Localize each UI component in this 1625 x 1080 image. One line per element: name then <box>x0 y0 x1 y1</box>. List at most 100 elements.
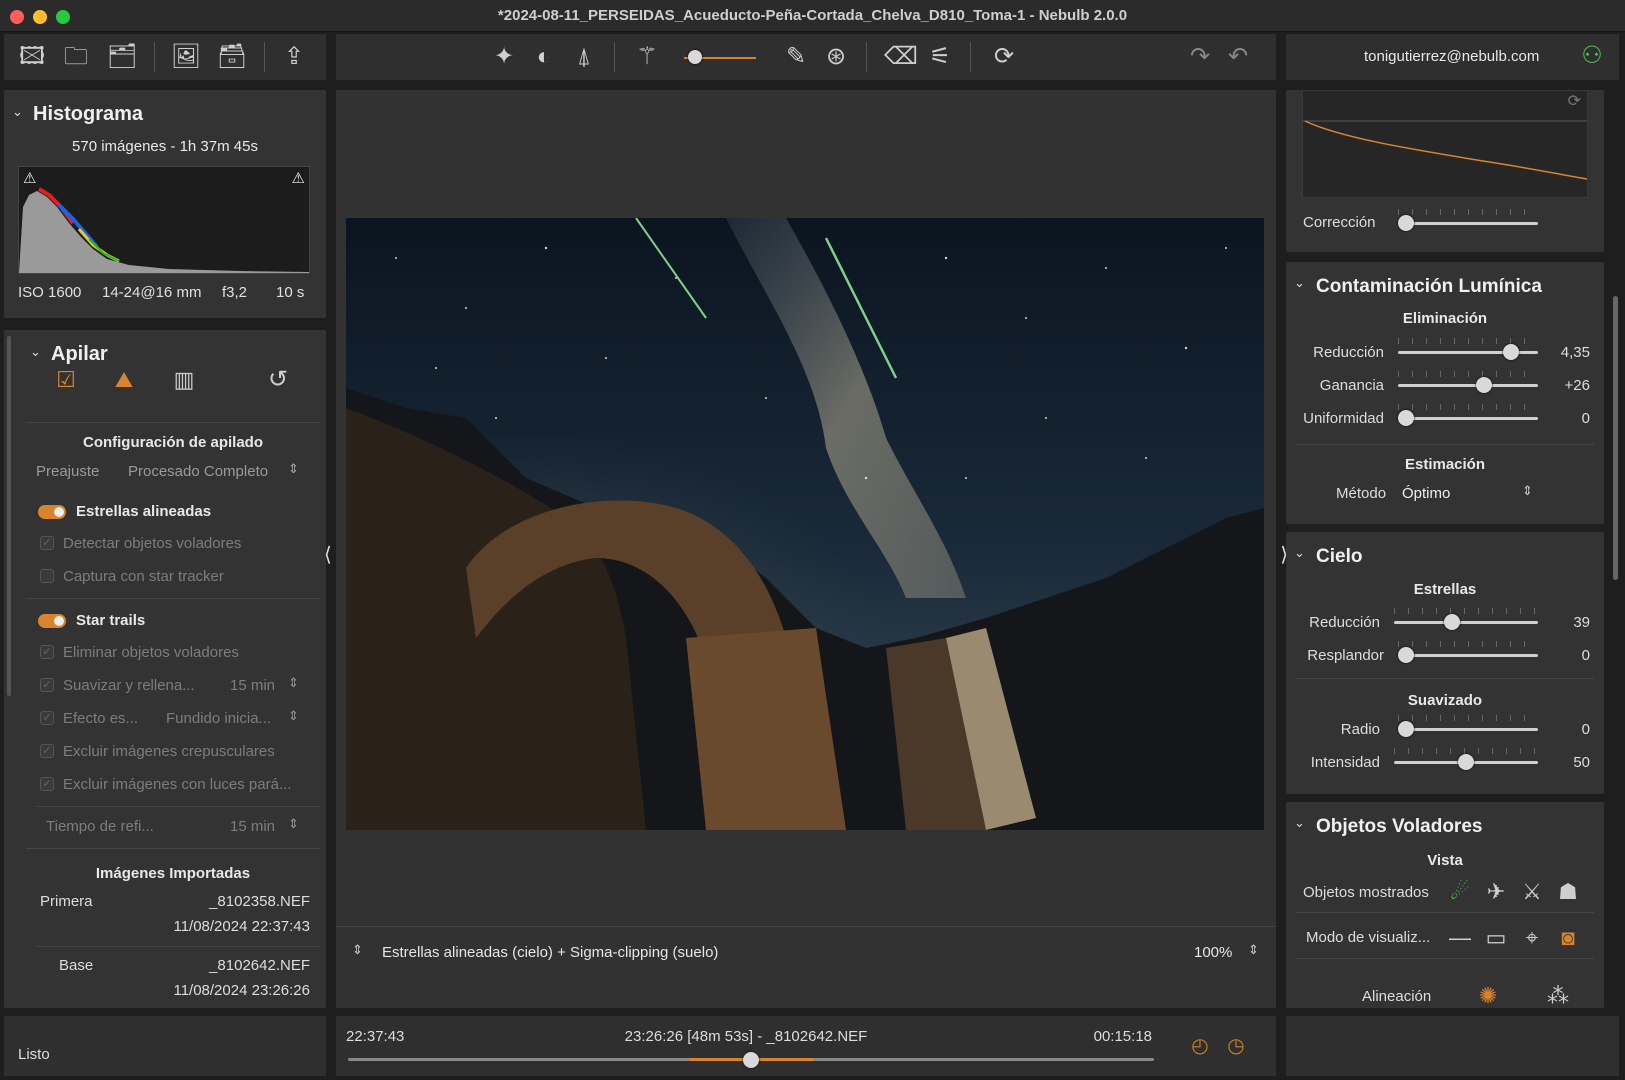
reset-icon[interactable]: ↺ <box>262 366 294 394</box>
glow-value: 0 <box>1581 647 1590 664</box>
updown-icon[interactable]: ⇕ <box>288 675 299 691</box>
box-mode-icon[interactable]: ▭ <box>1480 924 1512 952</box>
chevron-down-icon[interactable]: ⌄ <box>12 104 23 120</box>
star-trails-toggle[interactable] <box>38 614 66 628</box>
zoom-select[interactable]: 100% <box>1194 944 1232 961</box>
brush-size-knob[interactable] <box>688 50 702 64</box>
gain-slider[interactable] <box>1398 384 1538 387</box>
stack-title[interactable]: Apilar <box>51 343 108 366</box>
stacked-image[interactable] <box>346 218 1264 830</box>
collapse-left-icon[interactable]: ⟨ <box>324 542 332 567</box>
image-view-icon[interactable]: 🖼 <box>170 43 202 71</box>
refresh-icon[interactable]: ⟳ <box>988 43 1020 71</box>
refresh-time-select[interactable]: 15 min <box>230 818 275 835</box>
batch-view-icon[interactable]: 🗃 <box>216 43 248 71</box>
ghost-icon[interactable]: ☗ <box>1552 878 1584 906</box>
right-panel-scrollbar[interactable] <box>1613 296 1618 580</box>
undo-icon[interactable]: ↶ <box>1222 43 1254 71</box>
uniformity-knob[interactable] <box>1398 410 1414 426</box>
smooth-fill-checkbox[interactable]: ✓ <box>40 678 54 692</box>
correction-knob[interactable] <box>1398 215 1414 231</box>
stack-columns-icon[interactable]: ▥ <box>168 366 200 394</box>
lp-reduction-knob[interactable] <box>1503 344 1520 360</box>
import-batch-icon[interactable]: 🗂 <box>106 43 138 71</box>
eraser-icon[interactable]: ⌫ <box>884 43 918 71</box>
brush-mask-icon[interactable]: ⊛ <box>820 43 852 71</box>
updown-icon[interactable]: ⇕ <box>288 461 299 477</box>
galaxy-icon[interactable]: ◐ <box>528 43 560 71</box>
chevron-down-icon[interactable]: ⌄ <box>30 344 41 360</box>
ground-icon[interactable]: ⍋ <box>568 43 600 71</box>
chevron-down-icon[interactable]: ⌄ <box>1294 815 1305 831</box>
exclude-lights-checkbox[interactable]: ✓ <box>40 777 54 791</box>
updown-icon[interactable]: ⇕ <box>1522 483 1533 499</box>
updown-icon[interactable]: ⇕ <box>1248 942 1259 958</box>
method-select[interactable]: Óptimo <box>1402 485 1450 502</box>
timeline-bar: 22:37:43 23:26:26 [48m 53s] - _8102642.N… <box>336 1016 1276 1076</box>
stack-selected-icon[interactable]: ☑ <box>50 366 82 394</box>
timeline-end: 00:15:18 <box>1093 1028 1152 1045</box>
glow-knob[interactable] <box>1398 647 1414 663</box>
stack-ground-icon[interactable]: ⛰ <box>108 366 140 394</box>
correction-slider[interactable] <box>1398 222 1538 225</box>
sky-reduction-knob[interactable] <box>1443 614 1460 630</box>
redo-icon[interactable]: ↷ <box>1184 43 1216 71</box>
gain-knob[interactable] <box>1476 377 1493 393</box>
correction-panel: ⟳ Corrección <box>1286 90 1604 252</box>
sky-reduction-slider[interactable] <box>1394 621 1538 624</box>
import-images-icon[interactable]: 🖾 <box>16 43 48 71</box>
smooth-fill-select[interactable]: 15 min <box>230 677 275 694</box>
plane-icon[interactable]: ✈ <box>1480 878 1512 906</box>
gain-value: +26 <box>1564 377 1590 394</box>
star-tracker-checkbox[interactable] <box>40 569 54 583</box>
satellite-icon[interactable]: ⚔ <box>1516 878 1548 906</box>
remove-flying-checkbox[interactable]: ✓ <box>40 645 54 659</box>
first-label: Primera <box>40 893 93 910</box>
history-icon[interactable]: ◷ <box>1220 1032 1252 1060</box>
glow-slider[interactable] <box>1398 654 1538 657</box>
highlight-clipping-warning-icon[interactable]: ⚠ <box>292 169 305 187</box>
meteor-icon[interactable]: ☄ <box>1444 878 1476 906</box>
updown-icon[interactable]: ⇕ <box>352 942 363 958</box>
radius-value: 0 <box>1581 721 1590 738</box>
detect-flying-checkbox[interactable]: ✓ <box>40 536 54 550</box>
clear-brush-icon[interactable]: ⚟ <box>924 43 956 71</box>
export-icon[interactable]: ⇪ <box>278 43 310 71</box>
sky-title[interactable]: Cielo <box>1316 546 1362 568</box>
panel-scrollbar[interactable] <box>7 336 11 696</box>
updown-icon[interactable]: ⇕ <box>288 816 299 832</box>
chevron-down-icon[interactable]: ⌄ <box>1294 545 1305 561</box>
radius-knob[interactable] <box>1398 721 1414 737</box>
updown-icon[interactable]: ⇕ <box>288 708 299 724</box>
shadow-clipping-warning-icon[interactable]: ⚠ <box>23 169 36 187</box>
preset-select[interactable]: Procesado Completo <box>128 463 268 480</box>
radius-slider[interactable] <box>1398 728 1538 731</box>
timeline-knob[interactable] <box>743 1052 759 1068</box>
histogram-chart: ⚠ ⚠ <box>18 166 310 274</box>
stars-title: Estrellas <box>1413 581 1477 598</box>
magic-wand-icon[interactable]: ⚚ <box>631 43 663 71</box>
brush-icon[interactable]: ✎ <box>780 43 812 71</box>
light-pollution-title[interactable]: Contaminación Lumínica <box>1316 276 1542 298</box>
target-mode-icon[interactable]: ⌖ <box>1516 924 1548 952</box>
uniformity-slider[interactable] <box>1398 417 1538 420</box>
intensity-knob[interactable] <box>1458 754 1474 770</box>
exclude-twilight-checkbox[interactable]: ✓ <box>40 744 54 758</box>
aligned-stars-toggle[interactable] <box>38 505 66 519</box>
flying-title[interactable]: Objetos Voladores <box>1316 816 1482 838</box>
reset-curve-icon[interactable]: ⟳ <box>1568 91 1581 111</box>
clock-icon[interactable]: ◴ <box>1184 1032 1216 1060</box>
import-folder-icon[interactable]: 🗀 <box>60 43 92 71</box>
stars-icon[interactable]: ✦ <box>488 43 520 71</box>
effect-select[interactable]: Fundido inicia... <box>166 710 271 727</box>
stack-mode-select[interactable]: Estrellas alineadas (cielo) + Sigma-clip… <box>382 944 718 961</box>
line-mode-icon[interactable]: — <box>1444 924 1476 952</box>
camera-mode-icon[interactable]: ◙ <box>1552 924 1584 952</box>
alignment-off-icon[interactable]: ⁂ <box>1542 982 1574 1010</box>
chevron-down-icon[interactable]: ⌄ <box>1294 275 1305 291</box>
account-email: tonigutierrez@nebulb.com <box>1364 48 1540 65</box>
alignment-on-icon[interactable]: ✺ <box>1472 982 1504 1010</box>
histogram-title[interactable]: Histograma <box>33 103 143 126</box>
user-icon[interactable]: ⚇ <box>1576 42 1608 70</box>
effect-checkbox[interactable]: ✓ <box>40 711 54 725</box>
